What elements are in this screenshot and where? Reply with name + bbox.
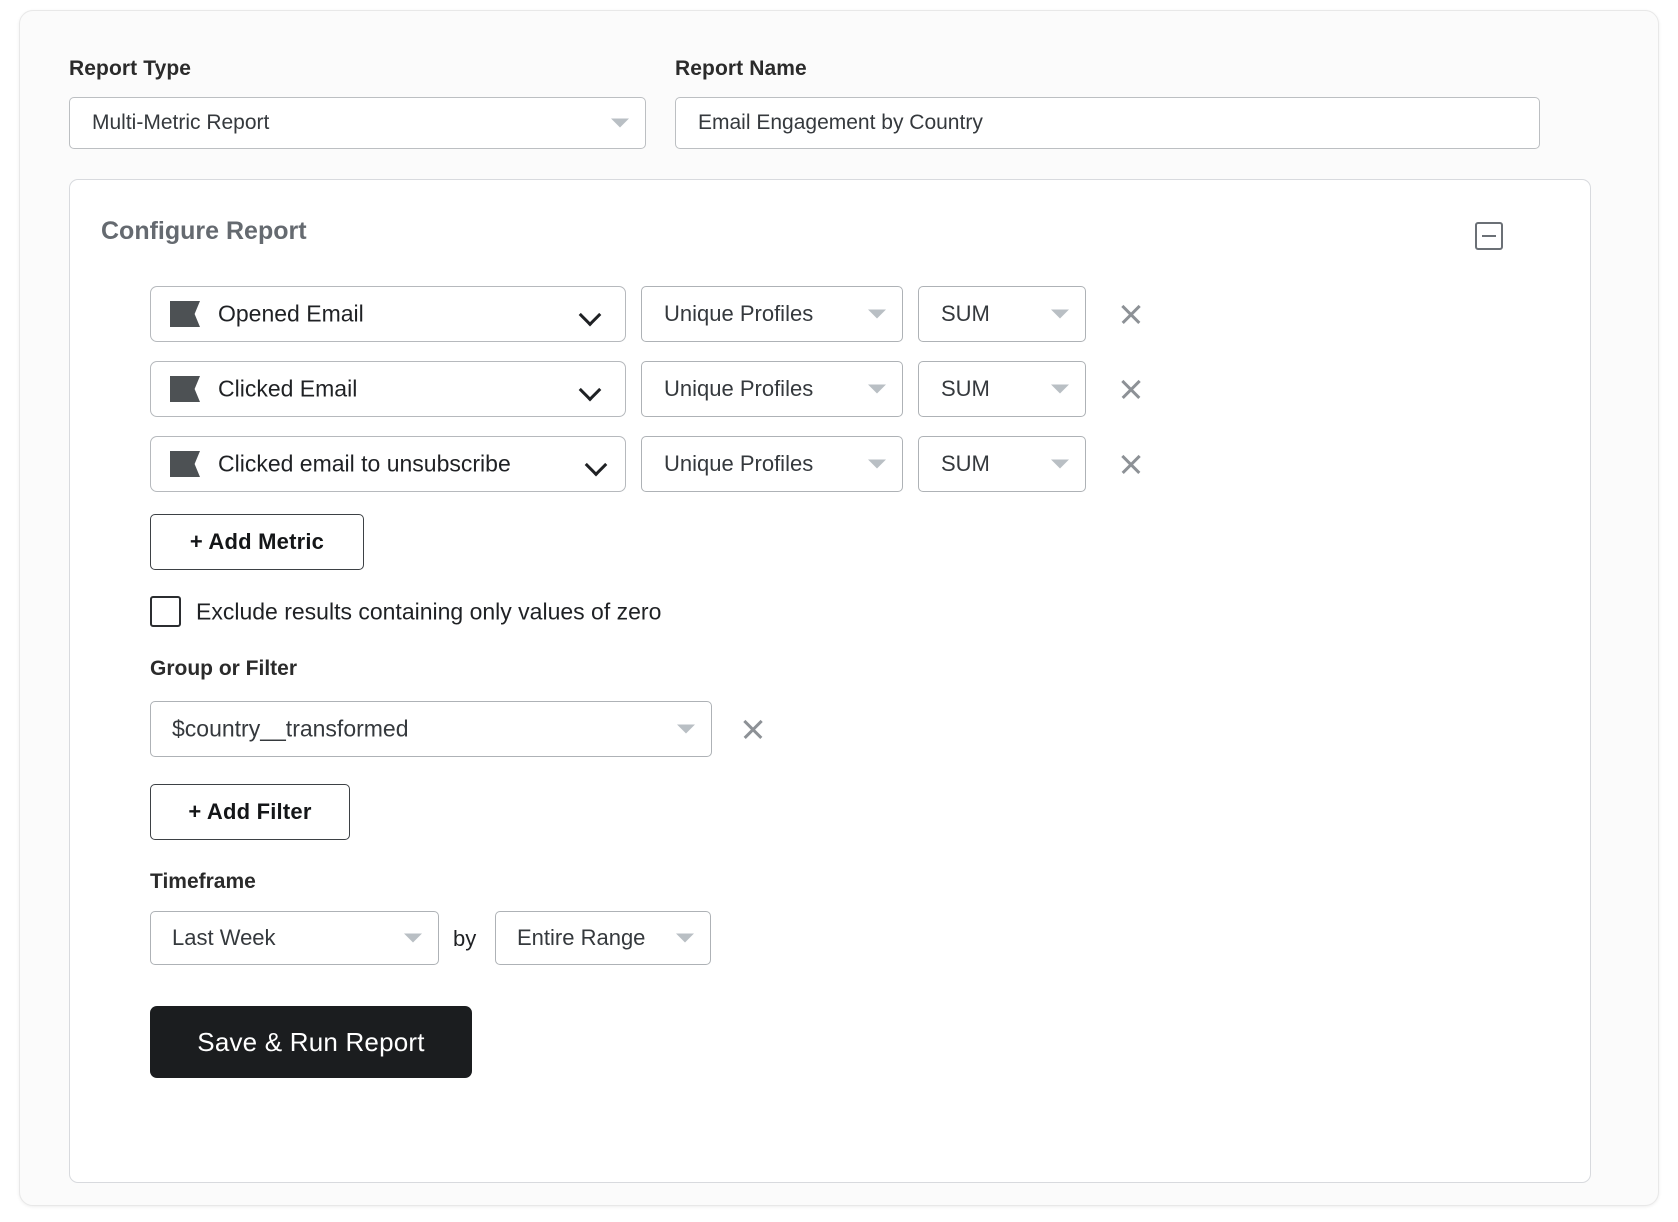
metric-measure-value: Unique Profiles <box>664 376 814 401</box>
remove-metric-close-icon[interactable] <box>1116 449 1146 479</box>
report-builder-screen: Report Type Multi-Metric Report Report N… <box>0 0 1678 1222</box>
metric-measure-value: Unique Profiles <box>664 451 814 476</box>
chevron-down-icon <box>1051 459 1069 469</box>
chevron-down-icon <box>1051 309 1069 319</box>
report-type-value: Multi-Metric Report <box>92 111 270 134</box>
chevron-down-icon <box>677 724 695 734</box>
chevron-down-icon <box>868 459 886 469</box>
minus-square-icon[interactable] <box>1475 222 1503 250</box>
metric-measure-select[interactable]: Unique Profiles <box>641 286 903 342</box>
flag-icon <box>170 451 200 477</box>
chevron-down-icon <box>611 118 629 128</box>
report-builder-card: Report Type Multi-Metric Report Report N… <box>19 10 1659 1206</box>
save-and-run-report-button[interactable]: Save & Run Report <box>150 1006 472 1078</box>
report-name-input[interactable]: Email Engagement by Country <box>675 97 1540 149</box>
metric-aggregation-value: SUM <box>941 301 990 326</box>
report-name-label: Report Name <box>675 57 807 80</box>
add-metric-button[interactable]: + Add Metric <box>150 514 364 570</box>
chevron-down-icon <box>582 382 601 401</box>
chevron-down-icon <box>588 457 607 476</box>
flag-icon <box>170 376 200 402</box>
timeframe-bucket-select[interactable]: Entire Range <box>495 911 711 965</box>
metric-name: Opened Email <box>218 300 364 327</box>
group-or-filter-label: Group or Filter <box>150 657 297 680</box>
flag-icon <box>170 301 200 327</box>
metric-name: Clicked email to unsubscribe <box>218 450 511 477</box>
metric-aggregation-value: SUM <box>941 451 990 476</box>
chevron-down-icon <box>404 933 422 943</box>
group-or-filter-value: $country__transformed <box>172 715 409 742</box>
metric-select[interactable]: Opened Email <box>150 286 626 342</box>
metric-aggregation-select[interactable]: SUM <box>918 361 1086 417</box>
timeframe-range-select[interactable]: Last Week <box>150 911 439 965</box>
chevron-down-icon <box>676 933 694 943</box>
metric-select[interactable]: Clicked Email <box>150 361 626 417</box>
configure-report-panel: Configure Report Opened Email Unique Pro… <box>69 179 1591 1183</box>
chevron-down-icon <box>582 307 601 326</box>
group-or-filter-select[interactable]: $country__transformed <box>150 701 712 757</box>
report-name-value: Email Engagement by Country <box>698 111 983 134</box>
metric-aggregation-value: SUM <box>941 376 990 401</box>
add-filter-button[interactable]: + Add Filter <box>150 784 350 840</box>
metric-name: Clicked Email <box>218 375 358 402</box>
timeframe-conjunction: by <box>453 926 477 951</box>
remove-metric-close-icon[interactable] <box>1116 299 1146 329</box>
metric-select[interactable]: Clicked email to unsubscribe <box>150 436 626 492</box>
metric-measure-select[interactable]: Unique Profiles <box>641 436 903 492</box>
metric-measure-select[interactable]: Unique Profiles <box>641 361 903 417</box>
chevron-down-icon <box>868 309 886 319</box>
timeframe-label: Timeframe <box>150 870 256 893</box>
metric-aggregation-select[interactable]: SUM <box>918 436 1086 492</box>
report-type-select[interactable]: Multi-Metric Report <box>69 97 646 149</box>
exclude-zero-label: Exclude results containing only values o… <box>196 598 662 625</box>
chevron-down-icon <box>868 384 886 394</box>
remove-filter-close-icon[interactable] <box>738 714 768 744</box>
chevron-down-icon <box>1051 384 1069 394</box>
report-type-label: Report Type <box>69 57 192 80</box>
metric-measure-value: Unique Profiles <box>664 301 814 326</box>
exclude-zero-checkbox[interactable] <box>150 596 181 627</box>
timeframe-bucket-value: Entire Range <box>517 925 646 950</box>
metric-aggregation-select[interactable]: SUM <box>918 286 1086 342</box>
remove-metric-close-icon[interactable] <box>1116 374 1146 404</box>
panel-title: Configure Report <box>101 217 307 245</box>
timeframe-range-value: Last Week <box>172 925 276 950</box>
